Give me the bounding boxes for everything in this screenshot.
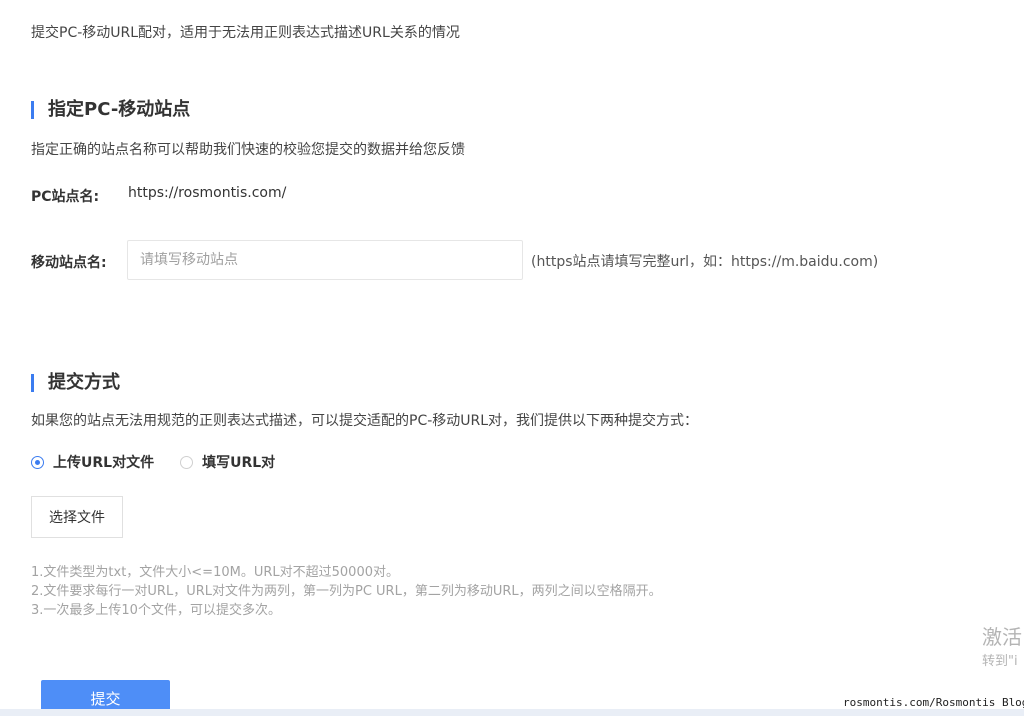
site-section-title: 指定PC-移动站点 <box>31 99 190 121</box>
radio-upload-file-label: 上传URL对文件 <box>53 455 155 471</box>
submit-section-title: 提交方式 <box>31 372 120 394</box>
note-item: 2.文件要求每行一对URL，URL对文件为两列，第一列为PC URL，第二列为移… <box>31 584 662 599</box>
note-item: 1.文件类型为txt，文件大小<=10M。URL对不超过50000对。 <box>31 565 399 580</box>
radio-fill-pairs-label: 填写URL对 <box>202 455 276 471</box>
choose-file-button[interactable]: 选择文件 <box>31 496 123 538</box>
page: 提交PC-移动URL配对，适用于无法用正则表达式描述URL关系的情况 指定PC-… <box>0 0 1024 716</box>
blog-watermark: rosmontis.com/Rosmontis Blog <box>843 696 1024 709</box>
title-accent-bar <box>31 101 34 119</box>
upload-notes: 1.文件类型为txt，文件大小<=10M。URL对不超过50000对。 2.文件… <box>31 563 662 620</box>
site-section-description: 指定正确的站点名称可以帮助我们快速的校验您提交的数据并给您反馈 <box>31 142 465 158</box>
activate-windows-watermark: 激活 <box>982 625 1022 649</box>
bottom-strip <box>0 709 1024 716</box>
pc-site-value: https://rosmontis.com/ <box>128 185 287 201</box>
submit-section-description: 如果您的站点无法用规范的正则表达式描述，可以提交适配的PC-移动URL对，我们提… <box>31 413 699 429</box>
radio-unchecked-icon[interactable] <box>180 455 194 469</box>
title-accent-bar <box>31 374 34 392</box>
radio-fill-pairs[interactable]: 填写URL对 <box>180 452 275 472</box>
note-item: 3.一次最多上传10个文件，可以提交多次。 <box>31 603 281 618</box>
pc-site-label: PC站点名: <box>31 189 100 205</box>
intro-text: 提交PC-移动URL配对，适用于无法用正则表达式描述URL关系的情况 <box>31 25 460 41</box>
activate-windows-subtext: 转到"i <box>982 654 1018 669</box>
site-section-title-text: 指定PC-移动站点 <box>48 99 191 120</box>
mobile-site-hint: (https站点请填写完整url，如：https://m.baidu.com) <box>531 254 879 270</box>
submit-method-radio-group: 上传URL对文件 填写URL对 <box>31 452 301 472</box>
mobile-site-input[interactable] <box>127 240 523 280</box>
radio-checked-icon[interactable] <box>31 455 44 469</box>
submit-section-title-text: 提交方式 <box>48 372 120 393</box>
mobile-site-label: 移动站点名: <box>31 255 107 271</box>
radio-upload-file[interactable]: 上传URL对文件 <box>31 452 154 472</box>
